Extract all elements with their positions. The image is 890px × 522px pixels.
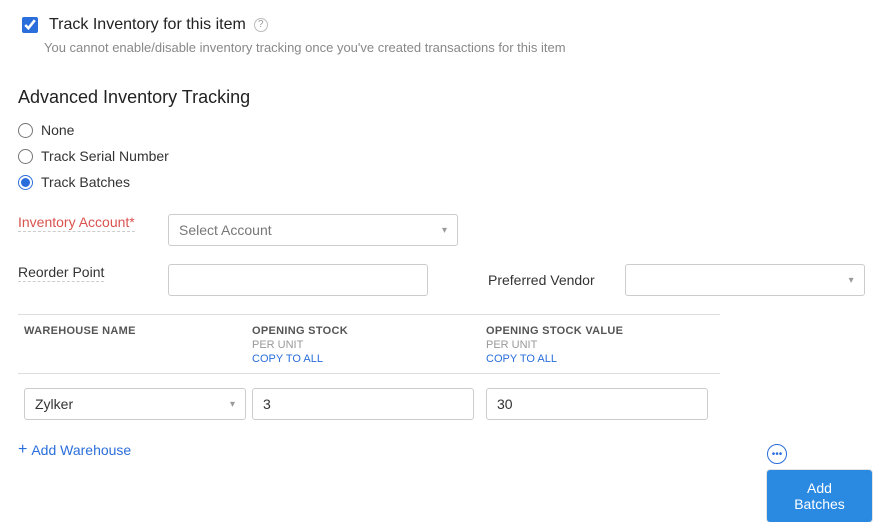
radio-serial[interactable]: Track Serial Number: [18, 148, 872, 164]
reorder-point-input[interactable]: [168, 264, 428, 296]
radio-none[interactable]: None: [18, 122, 872, 138]
tracking-radio-group: None Track Serial Number Track Batches: [18, 122, 872, 190]
copy-all-opening-stock[interactable]: COPY TO ALL: [252, 353, 486, 365]
th-warehouse: WAREHOUSE NAME: [24, 325, 252, 337]
track-inventory-checkbox[interactable]: [22, 17, 38, 33]
preferred-vendor-label: Preferred Vendor: [488, 272, 595, 288]
warehouse-select[interactable]: Zylker ▾: [24, 388, 246, 420]
help-icon[interactable]: ?: [254, 18, 268, 32]
table-row: Zylker ▾: [18, 374, 720, 434]
th-opening-stock-sub: PER UNIT: [252, 339, 486, 351]
add-batches-button[interactable]: Add Batches: [767, 470, 872, 522]
radio-serial-input[interactable]: [18, 149, 33, 164]
advanced-tracking-title: Advanced Inventory Tracking: [18, 87, 872, 108]
reorder-point-label: Reorder Point: [18, 264, 104, 282]
warehouse-table: WAREHOUSE NAME OPENING STOCK PER UNIT CO…: [18, 314, 720, 434]
th-opening-stock-value: OPENING STOCK VALUE: [486, 325, 720, 337]
add-warehouse-label: Add Warehouse: [31, 442, 131, 458]
plus-icon: +: [18, 442, 27, 458]
copy-all-opening-stock-value[interactable]: COPY TO ALL: [486, 353, 720, 365]
radio-serial-label: Track Serial Number: [41, 148, 169, 164]
inventory-account-placeholder: Select Account: [179, 222, 272, 238]
chat-icon[interactable]: •••: [767, 444, 787, 464]
inventory-account-label: Inventory Account*: [18, 214, 135, 232]
track-inventory-help-text: You cannot enable/disable inventory trac…: [44, 40, 872, 55]
radio-none-label: None: [41, 122, 74, 138]
warehouse-select-value: Zylker: [35, 396, 73, 412]
preferred-vendor-select[interactable]: ▾: [625, 264, 865, 296]
chevron-down-icon: ▾: [230, 399, 235, 410]
opening-stock-input[interactable]: [252, 388, 474, 420]
track-inventory-label: Track Inventory for this item: [49, 16, 246, 34]
add-warehouse-link[interactable]: + Add Warehouse: [18, 442, 872, 458]
radio-batches-label: Track Batches: [41, 174, 130, 190]
chevron-down-icon: ▾: [849, 275, 854, 286]
radio-batches[interactable]: Track Batches: [18, 174, 872, 190]
th-opening-stock-value-sub: PER UNIT: [486, 339, 720, 351]
inventory-account-select[interactable]: Select Account ▾: [168, 214, 458, 246]
chevron-down-icon: ▾: [442, 225, 447, 236]
radio-batches-input[interactable]: [18, 175, 33, 190]
th-opening-stock: OPENING STOCK: [252, 325, 486, 337]
opening-stock-value-input[interactable]: [486, 388, 708, 420]
radio-none-input[interactable]: [18, 123, 33, 138]
